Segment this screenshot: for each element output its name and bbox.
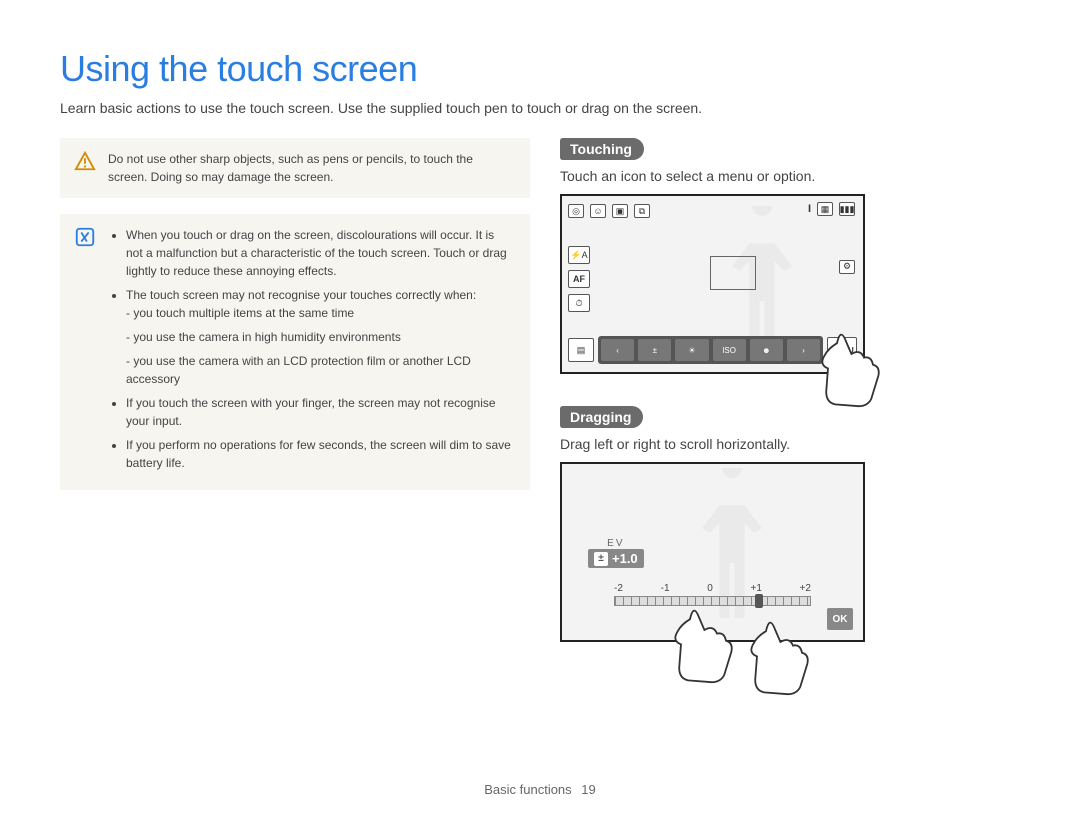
face-mode-icon: ☺ [590, 204, 606, 218]
drag-hand-end-icon [730, 606, 820, 696]
page-footer: Basic functions 19 [0, 782, 1080, 797]
ev-label: EV [588, 538, 644, 549]
face-detect-icon: ☻ [750, 339, 783, 361]
touch-hand-icon [801, 318, 891, 408]
display-mode-icon: ▤ [568, 338, 594, 362]
flash-auto-icon: ⚡A [568, 246, 590, 264]
warning-callout: Do not use other sharp objects, such as … [60, 138, 530, 198]
section-label-touching: Touching [560, 138, 644, 160]
exposure-icon: ± [638, 339, 671, 361]
plus-minus-icon: ± [594, 552, 608, 566]
dragging-desc: Drag left or right to scroll horizontall… [560, 436, 1020, 452]
iso-icon: ISO [713, 339, 746, 361]
af-mode-icon: AF [568, 270, 590, 288]
ev-value-badge: ± +1.0 [588, 549, 644, 568]
note-subitem: you touch multiple items at the same tim… [126, 304, 514, 322]
note-subitem: you use the camera with an LCD protectio… [126, 352, 514, 388]
warning-text: Do not use other sharp objects, such as … [108, 150, 514, 186]
info-icon: I [808, 203, 811, 215]
timer-off-icon: ⏱ [568, 294, 590, 312]
note-item: If you perform no operations for few sec… [126, 436, 514, 472]
video-mode-icon: ⧉ [634, 204, 650, 218]
camera-mode-icon: ◎ [568, 204, 584, 218]
arrow-left-icon: ‹ [601, 339, 634, 361]
section-label-dragging: Dragging [560, 406, 643, 428]
wb-icon: ☀ [675, 339, 708, 361]
focus-frame-icon [710, 256, 756, 290]
drag-screenshot: EV ± +1.0 -2 -1 0 +1 +2 [560, 462, 865, 642]
note-list: When you touch or drag on the screen, di… [108, 226, 514, 478]
note-item: If you touch the screen with your finger… [126, 394, 514, 430]
bottom-toolbar: ‹ ± ☀ ISO ☻ › [598, 336, 823, 364]
battery-icon: ▮▮▮ [839, 202, 855, 216]
intro-text: Learn basic actions to use the touch scr… [60, 100, 1020, 116]
note-item: The touch screen may not recognise your … [126, 286, 514, 388]
footer-section: Basic functions [484, 782, 571, 797]
bracket-mode-icon: ▣ [612, 204, 628, 218]
memory-icon: ▦ [817, 202, 833, 216]
ev-scale-labels: -2 -1 0 +1 +2 [614, 583, 811, 594]
page-title: Using the touch screen [60, 48, 1020, 90]
note-callout: When you touch or drag on the screen, di… [60, 214, 530, 490]
props-icon: ⚙ [839, 260, 855, 274]
touching-desc: Touch an icon to select a menu or option… [560, 168, 1020, 184]
note-item: When you touch or drag on the screen, di… [126, 226, 514, 280]
note-subitem: you use the camera in high humidity envi… [126, 328, 514, 346]
touch-screenshot: ◎ ☺ ▣ ⧉ I ▦ ▮▮▮ ⚡A AF ⏱ ⚙ [560, 194, 865, 374]
page-number: 19 [581, 782, 595, 797]
ok-button: OK [827, 608, 853, 630]
warning-triangle-icon [74, 150, 96, 172]
note-icon [74, 226, 96, 248]
